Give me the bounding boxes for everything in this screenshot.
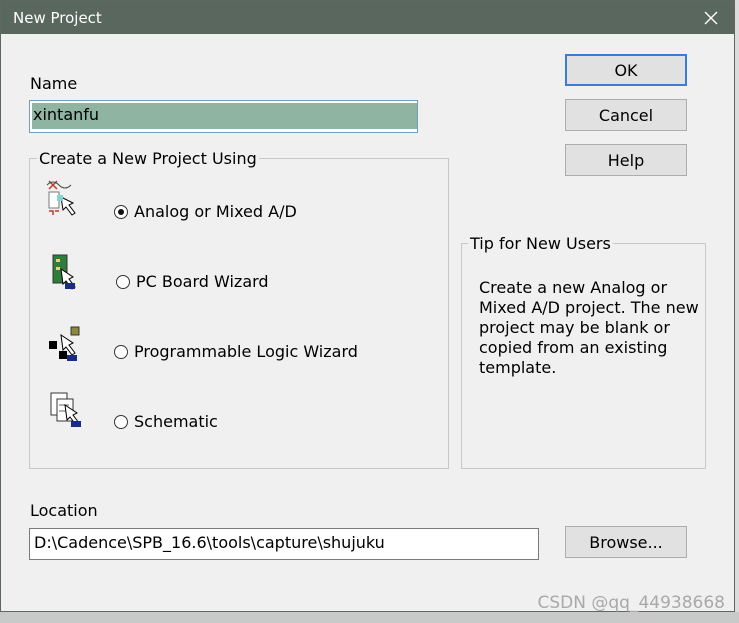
analog-mixed-label: Analog or Mixed A/D [134,202,297,221]
pcb-wizard-icon [52,254,76,290]
new-project-dialog: New Project Name xintanfu OK Cancel Help… [0,0,735,612]
title-bar[interactable]: New Project [1,1,734,34]
option-pc-board-wizard[interactable]: PC Board Wizard [116,272,269,291]
cancel-button[interactable]: Cancel [565,99,687,131]
schematic-radio[interactable] [114,414,128,429]
ok-button[interactable]: OK [565,54,687,86]
browse-button[interactable]: Browse... [565,526,687,558]
option-schematic[interactable]: Schematic [114,412,218,431]
close-button[interactable] [698,5,724,31]
tip-group-title: Tip for New Users [468,234,613,253]
close-icon [704,11,718,25]
programmable-logic-icon [49,326,80,361]
option-analog-mixed[interactable]: Analog or Mixed A/D [114,202,297,221]
programmable-logic-wizard-label: Programmable Logic Wizard [134,342,358,361]
help-button[interactable]: Help [565,144,687,176]
name-label: Name [30,74,78,93]
pc-board-wizard-label: PC Board Wizard [136,272,269,291]
schematic-label: Schematic [134,412,218,431]
pc-board-wizard-radio[interactable] [116,274,130,289]
create-project-group-title: Create a New Project Using [37,149,259,168]
name-input-value: xintanfu [32,103,417,129]
location-label: Location [30,501,98,520]
location-input[interactable]: D:\Cadence\SPB_16.6\tools\capture\shujuk… [29,528,539,560]
tip-text: Create a new Analog or Mixed A/D project… [479,278,699,377]
schematic-icon [50,392,81,427]
analog-project-icon [46,180,76,216]
watermark: CSDN @qq_44938668 [537,593,725,613]
background-app-bottom [0,612,739,623]
analog-mixed-radio[interactable] [114,204,128,219]
programmable-logic-wizard-radio[interactable] [114,344,128,359]
dialog-title: New Project [13,9,102,27]
name-input[interactable]: xintanfu [29,100,418,133]
option-programmable-logic-wizard[interactable]: Programmable Logic Wizard [114,342,358,361]
